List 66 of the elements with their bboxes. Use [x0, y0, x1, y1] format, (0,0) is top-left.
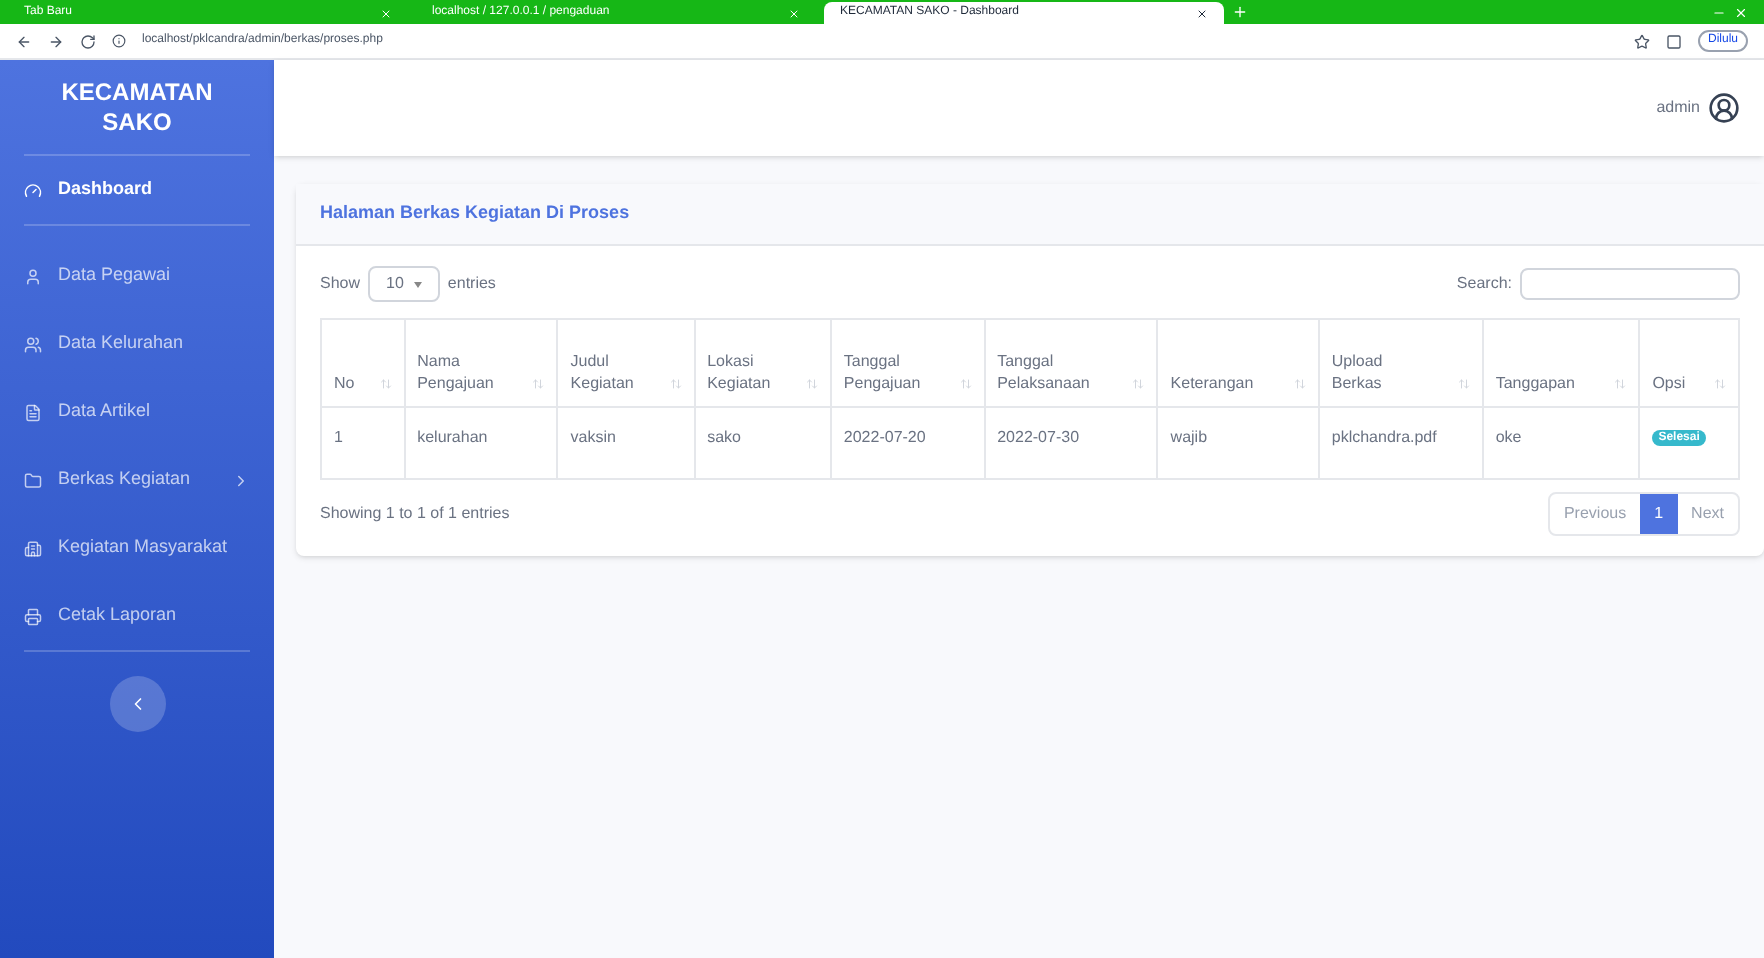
table-cell: 2022-07-30	[984, 407, 1158, 479]
gauge-icon	[24, 181, 42, 199]
table-cell: pklchandra.pdf	[1318, 407, 1483, 479]
column-header[interactable]: Lokasi Kegiatan	[694, 319, 831, 407]
sidebar-item[interactable]: Data Pegawai	[24, 242, 250, 310]
new-tab-icon[interactable]	[1232, 4, 1248, 20]
column-header[interactable]: Opsi	[1639, 319, 1739, 407]
folder-icon	[24, 471, 42, 489]
pagination-button[interactable]: 1	[1640, 494, 1678, 534]
user-icon	[24, 267, 42, 285]
brand-text: KECAMATAN SAKO	[24, 60, 250, 156]
column-header[interactable]: Keterangan	[1157, 319, 1319, 407]
search-label: Search:	[1456, 272, 1512, 296]
column-header[interactable]: Judul Kegiatan	[557, 319, 695, 407]
sidebar-toggle-button[interactable]	[109, 676, 165, 732]
sort-icon	[1714, 378, 1726, 390]
column-header[interactable]: Tanggapan	[1482, 319, 1640, 407]
column-header[interactable]: Nama Pengajuan	[404, 319, 558, 407]
sort-icon	[1132, 378, 1145, 390]
sort-icon	[1293, 378, 1306, 390]
column-header[interactable]: No	[321, 319, 405, 407]
sidebar-item[interactable]: Data Kelurahan	[24, 310, 250, 378]
pagination-button[interactable]: Previous	[1549, 494, 1641, 534]
table-cell: wajib	[1157, 407, 1319, 479]
user-name[interactable]: admin	[1656, 96, 1700, 120]
table-cell: oke	[1482, 407, 1640, 479]
sort-icon	[379, 378, 392, 390]
entries-label: entries	[447, 272, 496, 296]
sidebar-item[interactable]: Berkas Kegiatan	[24, 446, 250, 514]
square-icon[interactable]	[1665, 33, 1682, 49]
building-icon	[24, 539, 42, 557]
sort-icon	[532, 378, 545, 390]
sort-icon	[1457, 378, 1470, 390]
sidebar-item[interactable]: Cetak Laporan	[24, 582, 250, 650]
column-header[interactable]: Tanggal Pelaksanaan	[984, 319, 1158, 407]
table-cell: 1	[321, 407, 405, 479]
star-icon[interactable]	[1633, 33, 1650, 49]
sidebar-item[interactable]: Kegiatan Masyarakat	[24, 514, 250, 582]
sort-icon	[669, 378, 682, 390]
close-icon[interactable]	[1196, 7, 1208, 19]
sort-icon	[959, 378, 972, 390]
sidebar-item[interactable]: Data Artikel	[24, 378, 250, 446]
column-header[interactable]: Upload Berkas	[1318, 319, 1483, 407]
pagination-button[interactable]: Next	[1677, 494, 1738, 534]
search-field[interactable]	[1520, 268, 1740, 300]
entries-info: Showing 1 to 1 of 1 entries	[320, 502, 510, 526]
table-cell: sako	[694, 407, 831, 479]
info-icon	[112, 34, 126, 48]
card-title: Halaman Berkas Kegiatan Di Proses	[320, 200, 630, 227]
document-icon	[24, 403, 42, 421]
caret-icon	[413, 281, 422, 287]
reload-icon[interactable]	[80, 33, 96, 49]
users-icon	[24, 335, 42, 353]
avatar-icon[interactable]	[1708, 92, 1740, 124]
sort-icon	[1614, 378, 1627, 390]
forward-icon[interactable]	[48, 33, 64, 49]
printer-icon	[24, 607, 42, 625]
table-cell: kelurahan	[404, 407, 558, 479]
page-size-select[interactable]: 10	[368, 266, 440, 302]
table-cell: 2022-07-20	[830, 407, 985, 479]
column-header[interactable]: Tanggal Pengajuan	[830, 319, 985, 407]
sort-icon	[805, 378, 818, 390]
table-cell: vaksin	[557, 407, 695, 479]
sidebar-item[interactable]: Dashboard	[24, 156, 250, 224]
show-label: Show	[320, 272, 361, 296]
back-icon[interactable]	[16, 33, 32, 49]
